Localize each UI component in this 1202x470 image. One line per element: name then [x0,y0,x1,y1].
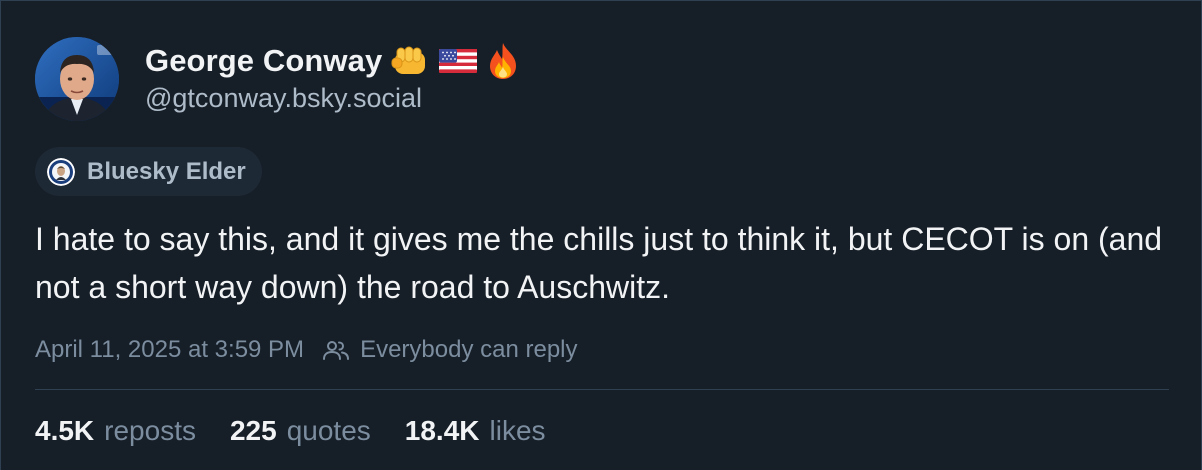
bluesky-elder-badge[interactable]: Bluesky Elder [35,147,262,196]
avatar-photo [35,37,119,121]
quotes-stat[interactable]: 225 quotes [230,415,371,447]
quotes-count: 225 [229,415,277,446]
post-timestamp[interactable]: April 11, 2025 at 3:59 PM [35,336,304,364]
fire-emoji [486,41,520,81]
reposts-label: reposts [104,415,196,446]
people-icon [322,338,350,362]
post-stats: 4.5K reposts 225 quotes 18.4K likes [35,409,580,453]
us-flag-emoji [438,47,478,75]
reposts-stat[interactable]: 4.5K reposts [35,415,196,447]
author-display-name[interactable]: George Conway [145,43,382,79]
likes-label: likes [489,415,546,446]
author-name-row[interactable]: George Conway [145,39,520,83]
reply-setting[interactable]: Everybody can reply [360,336,577,364]
post-meta: April 11, 2025 at 3:59 PM Everybody can … [35,331,578,369]
post-text: I hate to say this, and it gives me the … [35,221,1163,305]
divider [35,389,1169,390]
author-avatar[interactable] [35,37,119,121]
oncoming-fist-emoji [390,44,430,78]
badge-label: Bluesky Elder [87,157,246,185]
likes-count: 18.4K [404,415,480,446]
post-card: George Conway @gtconway.bsky.social Blue… [0,0,1202,470]
reposts-count: 4.5K [35,415,95,446]
quotes-label: quotes [286,415,371,446]
elder-badge-icon [47,157,75,186]
author-handle[interactable]: @gtconway.bsky.social [145,83,422,114]
likes-stat[interactable]: 18.4K likes [405,415,546,447]
